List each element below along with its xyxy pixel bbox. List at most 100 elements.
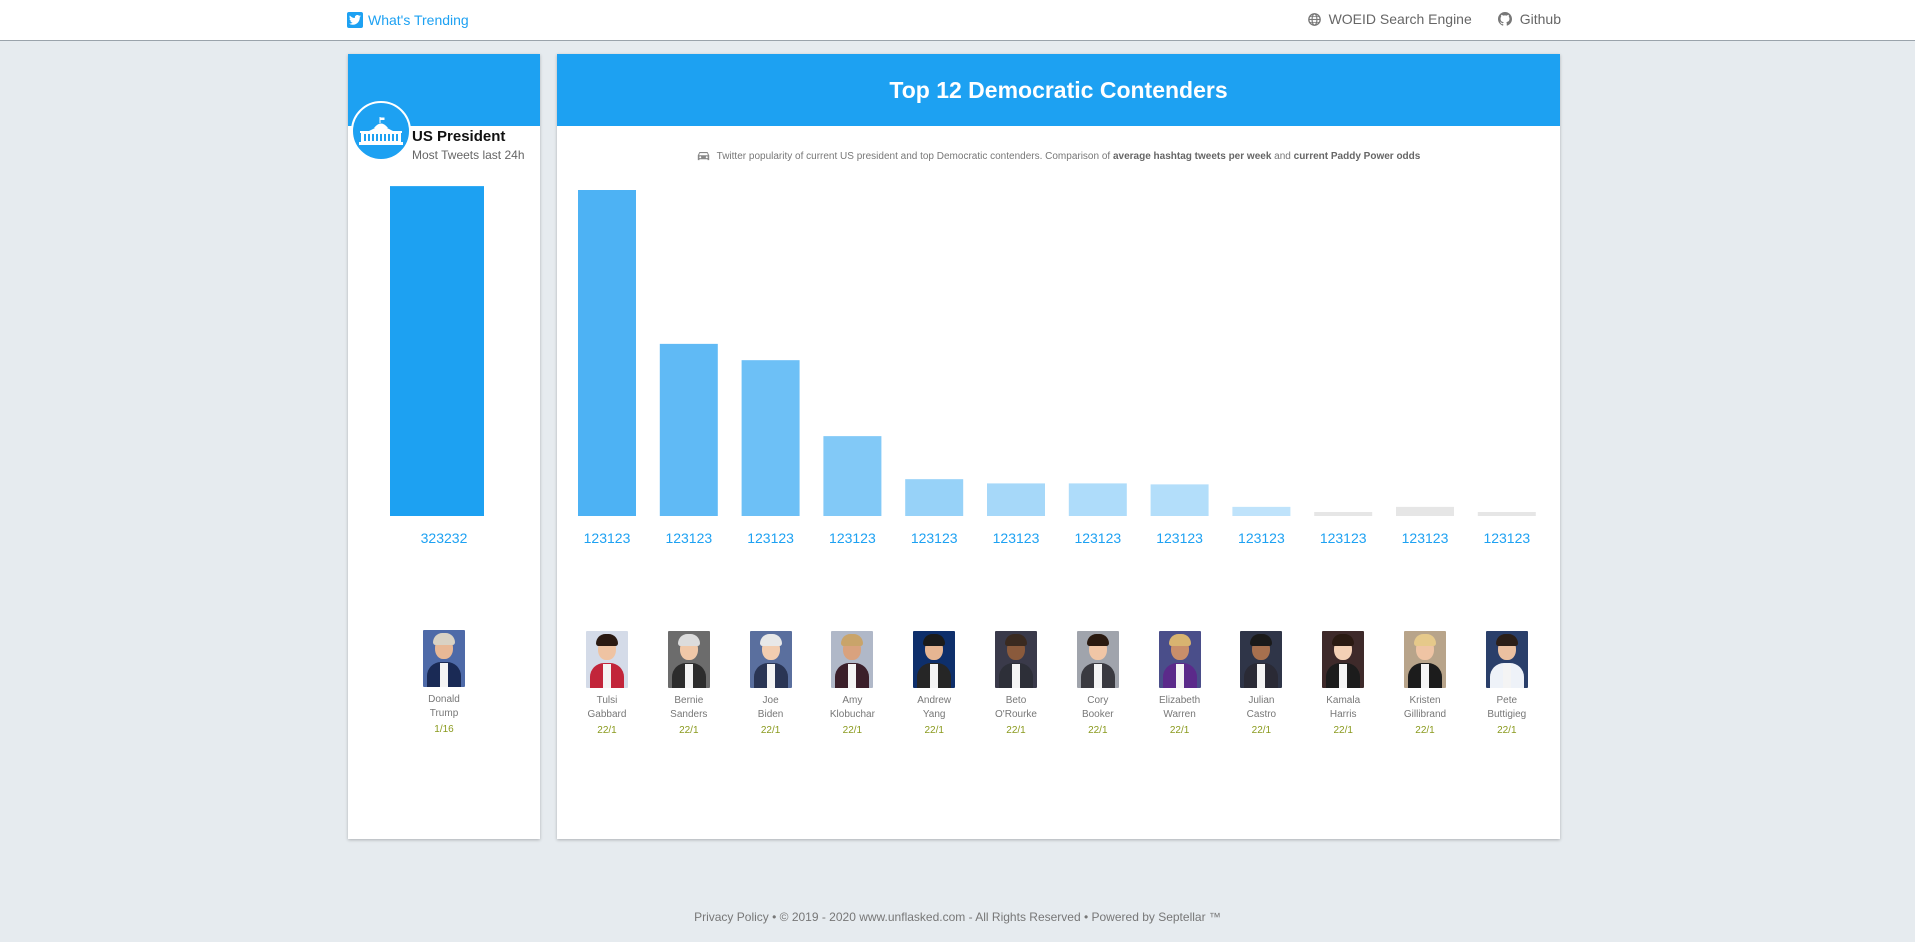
candidate-first-name: Donald xyxy=(428,694,460,705)
photo-shirt xyxy=(603,664,611,688)
candidate-first-name: Amy xyxy=(842,695,863,706)
candidate-name: Julian Castro xyxy=(1221,694,1301,722)
candidate-odds: 22/1 xyxy=(1333,725,1353,736)
candidate-name: Elizabeth Warren xyxy=(1140,694,1220,722)
candidate-photo xyxy=(749,631,792,688)
candidate-photo xyxy=(1404,631,1446,688)
candidate-card[interactable]: Andrew Yang 22/1 xyxy=(894,631,974,736)
photo-shirt xyxy=(848,664,857,688)
candidate-odds: 22/1 xyxy=(1006,725,1026,736)
value-label-cory-booker: 123123 xyxy=(1074,530,1121,546)
github-icon xyxy=(1497,12,1512,26)
candidate-name: Kristen Gillibrand xyxy=(1385,694,1465,722)
value-label-elizabeth-warren: 123123 xyxy=(1156,530,1203,546)
photo-shirt xyxy=(1339,664,1348,688)
candidate-first-name: Bernie xyxy=(674,695,704,706)
bar-cory-booker xyxy=(1068,483,1127,516)
photo-shirt xyxy=(1257,664,1266,688)
candidate-last-name: O'Rourke xyxy=(995,709,1037,720)
value-label-pete-buttigieg: 123123 xyxy=(1483,530,1530,546)
nav-links: WOEID Search Engine Github xyxy=(1307,11,1561,27)
candidate-odds: 22/1 xyxy=(924,725,944,736)
candidate-last-name: Sanders xyxy=(670,709,708,720)
value-label-andrew-yang: 123123 xyxy=(911,530,958,546)
bar-bernie-sanders xyxy=(659,343,718,516)
candidate-first-name: Julian xyxy=(1248,695,1275,706)
photo-hair xyxy=(1414,634,1436,646)
value-label-julian-castro: 123123 xyxy=(1238,530,1285,546)
candidate-odds: 22/1 xyxy=(1169,725,1190,736)
candidate-card[interactable]: Beto O'Rourke 22/1 xyxy=(976,631,1056,736)
photo-shirt xyxy=(1502,664,1511,688)
github-link[interactable]: Github xyxy=(1497,11,1561,27)
value-label-kamala-harris: 123123 xyxy=(1320,530,1367,546)
candidate-card[interactable]: Pete Buttigieg 22/1 xyxy=(1467,631,1547,736)
photo-shirt xyxy=(440,663,448,687)
bar-amy-klobuchar xyxy=(823,436,882,516)
candidate-photo xyxy=(831,631,874,688)
photo-shirt xyxy=(930,664,939,688)
candidate-card[interactable]: Kamala Harris 22/1 xyxy=(1303,631,1383,736)
contenders-panel: Top 12 Democratic Contenders Twitter pop… xyxy=(557,54,1560,839)
candidate-first-name: Joe xyxy=(762,695,779,706)
candidate-card[interactable]: Joe Biden 22/1 xyxy=(731,631,811,736)
bar-joe-biden xyxy=(741,360,800,516)
candidate-card[interactable]: Kristen Gillibrand 22/1 xyxy=(1385,631,1465,736)
value-label-beto-o-rourke: 123123 xyxy=(993,530,1040,546)
photo-shirt xyxy=(1175,664,1184,688)
candidate-card[interactable]: Cory Booker 22/1 xyxy=(1058,631,1138,736)
candidate-name: Tulsi Gabbard xyxy=(567,694,647,722)
candidate-first-name: Pete xyxy=(1496,695,1518,706)
candidate-last-name: Biden xyxy=(757,709,784,720)
bar-kamala-harris xyxy=(1314,512,1373,516)
photo-hair xyxy=(759,634,782,646)
brand-label: What's Trending xyxy=(368,12,469,28)
bar-elizabeth-warren xyxy=(1150,484,1209,516)
candidate-odds: 22/1 xyxy=(1415,725,1435,736)
value-label-tulsi-gabbard: 123123 xyxy=(584,530,631,546)
candidate-last-name: Buttigieg xyxy=(1487,709,1527,720)
woeid-search-label: WOEID Search Engine xyxy=(1328,11,1472,27)
candidate-odds: 22/1 xyxy=(760,725,781,736)
candidate-last-name: Gabbard xyxy=(587,709,627,720)
bar-tulsi-gabbard xyxy=(578,190,636,516)
photo-hair xyxy=(923,634,946,646)
candidate-odds: 1/16 xyxy=(434,724,454,735)
candidate-card[interactable]: Amy Klobuchar 22/1 xyxy=(812,631,892,736)
candidate-first-name: Kristen xyxy=(1409,695,1441,706)
bar-kristen-gillibrand xyxy=(1396,506,1454,516)
candidate-name: Pete Buttigieg xyxy=(1467,694,1547,722)
photo-hair xyxy=(596,634,618,646)
candidate-odds: 22/1 xyxy=(1088,725,1108,736)
candidate-photo xyxy=(423,630,465,687)
candidate-card[interactable]: Donald Trump 1/16 xyxy=(404,630,484,735)
candidate-card[interactable]: Julian Castro 22/1 xyxy=(1221,631,1301,736)
photo-shirt xyxy=(1093,664,1102,688)
bar-pete-buttigieg xyxy=(1477,512,1536,516)
candidate-last-name: Klobuchar xyxy=(829,709,875,720)
woeid-search-link[interactable]: WOEID Search Engine xyxy=(1307,11,1472,27)
candidate-card[interactable]: Tulsi Gabbard 22/1 xyxy=(567,631,647,736)
candidate-photo xyxy=(586,631,628,688)
candidate-last-name: Trump xyxy=(429,708,459,719)
photo-hair xyxy=(677,634,700,646)
candidate-name: Kamala Harris xyxy=(1303,694,1383,722)
candidate-last-name: Gillibrand xyxy=(1403,709,1447,720)
candidate-last-name: Castro xyxy=(1246,709,1277,720)
photo-shirt xyxy=(1421,664,1429,688)
candidate-name: Cory Booker xyxy=(1058,694,1138,722)
photo-hair xyxy=(1250,634,1273,646)
value-label-joe-biden: 123123 xyxy=(747,530,794,546)
photo-hair xyxy=(1005,634,1027,646)
photo-hair xyxy=(1168,634,1191,646)
candidate-last-name: Booker xyxy=(1081,709,1114,720)
candidate-card[interactable]: Elizabeth Warren 22/1 xyxy=(1140,631,1220,736)
photo-hair xyxy=(841,634,864,646)
bar-beto-o-rourke xyxy=(987,483,1045,516)
candidate-card[interactable]: Bernie Sanders 22/1 xyxy=(649,631,729,736)
photo-shirt xyxy=(1012,664,1020,688)
candidate-odds: 22/1 xyxy=(597,725,617,736)
candidate-photo xyxy=(913,631,956,688)
brand-link[interactable]: What's Trending xyxy=(347,11,469,29)
top-navbar: What's Trending WOEID Search Engine Gith… xyxy=(0,0,1915,41)
